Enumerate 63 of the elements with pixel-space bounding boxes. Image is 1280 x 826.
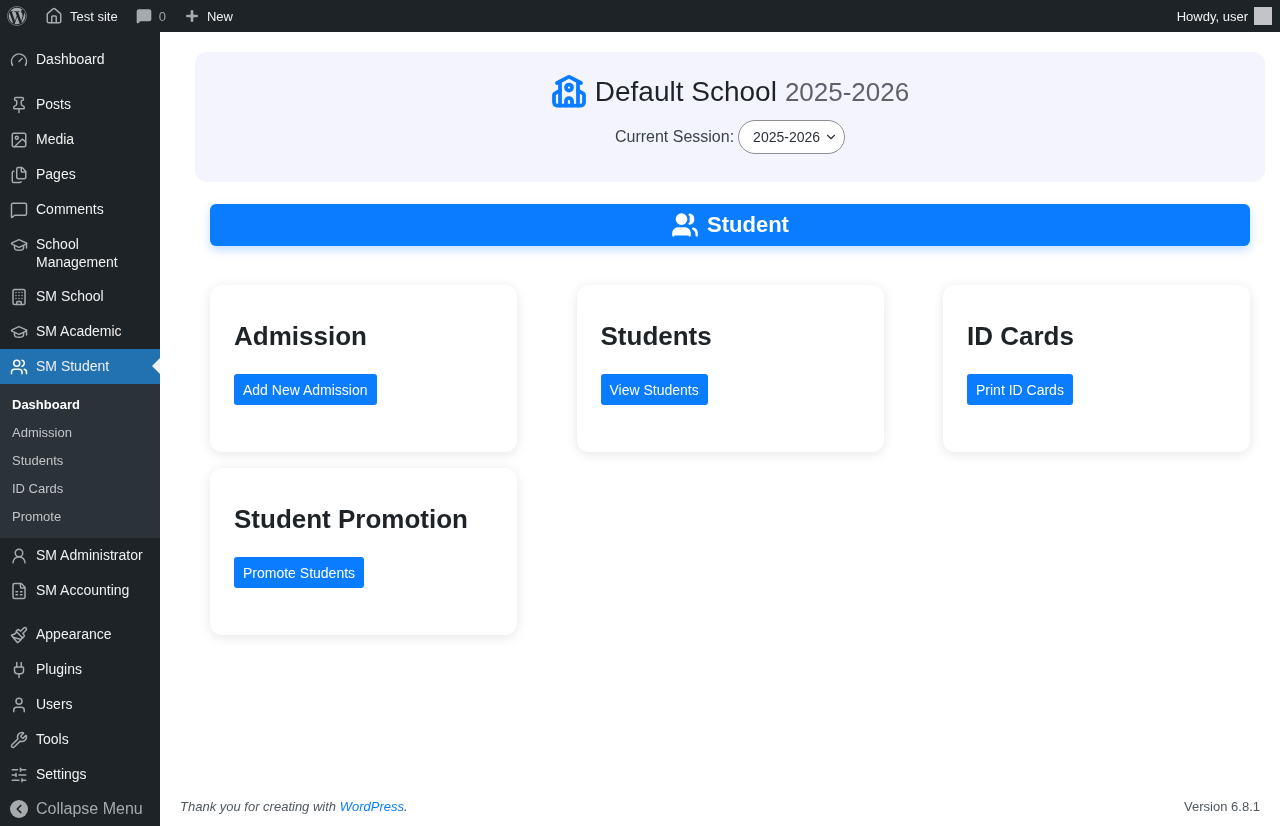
submenu-item[interactable]: ID Cards — [0, 474, 160, 503]
card-button[interactable]: Print ID Cards — [967, 374, 1073, 405]
menu-icon — [10, 357, 28, 376]
sidebar-item[interactable]: Appearance — [0, 617, 160, 652]
sidebar-item[interactable]: Plugins — [0, 652, 160, 687]
menu-icon — [10, 165, 28, 184]
menu-icon — [10, 766, 28, 784]
menu-icon — [10, 287, 28, 306]
card-title: Students — [600, 321, 713, 352]
menu-icon — [10, 626, 28, 644]
sidebar-item[interactable]: Comments — [0, 191, 160, 227]
submenu-item[interactable]: Students — [0, 446, 160, 475]
sidebar-item[interactable]: Settings — [0, 757, 160, 792]
new-link[interactable]: New — [183, 8, 233, 24]
version-text: Version 6.8.1 — [1184, 799, 1260, 814]
submenu-item[interactable]: Dashboard — [0, 390, 160, 419]
menu-icon — [10, 95, 28, 114]
sidebar-item[interactable]: Tools — [0, 722, 160, 757]
card-title: ID Cards — [967, 321, 1075, 352]
card-button[interactable]: Promote Students — [234, 557, 365, 588]
users-icon — [671, 211, 700, 239]
collapse-menu-button[interactable]: Collapse Menu — [0, 792, 160, 826]
sidebar-item[interactable]: SM Administrator — [0, 537, 160, 573]
sidebar-item[interactable]: SM School — [0, 278, 160, 314]
comment-icon — [135, 8, 152, 24]
menu-icon — [10, 581, 28, 600]
sidebar-item[interactable]: Media — [0, 121, 160, 157]
card-button[interactable]: Add New Admission — [234, 374, 377, 405]
session-select[interactable]: 2025-2026 — [738, 120, 846, 154]
sidebar-item[interactable]: SM Accounting — [0, 572, 160, 608]
menu-icon — [10, 731, 28, 749]
wordpress-link[interactable]: WordPress — [339, 799, 404, 814]
submenu-item[interactable]: Promote — [0, 502, 160, 531]
sidebar-item[interactable]: SM Student — [0, 348, 160, 384]
submenu-item[interactable]: Admission — [0, 418, 160, 447]
card-title: Admission — [234, 321, 368, 352]
sidebar-item[interactable]: Pages — [0, 156, 160, 192]
menu-icon — [10, 51, 28, 69]
sidebar-item[interactable]: Dashboard — [0, 42, 160, 77]
session-label: Current Session: — [614, 128, 735, 146]
plus-icon — [183, 8, 200, 24]
menu-icon — [10, 200, 28, 219]
footer-text: Thank you for creating with WordPress. — [180, 799, 408, 814]
sidebar-item[interactable]: Users — [0, 687, 160, 722]
session-year: 2025-2026 — [784, 76, 910, 108]
card-button[interactable]: View Students — [600, 374, 708, 405]
sidebar-item[interactable]: School Management — [0, 226, 160, 279]
menu-icon — [10, 546, 28, 565]
logo-icon[interactable] — [7, 6, 27, 26]
comments-link[interactable]: 0 — [135, 8, 166, 24]
section-title: Student — [707, 212, 789, 238]
sidebar-item[interactable]: SM Academic — [0, 313, 160, 349]
school-icon — [550, 74, 587, 110]
menu-icon — [10, 130, 28, 149]
card-title: Student Promotion — [234, 504, 469, 535]
collapse-icon — [10, 800, 28, 818]
sidebar-item[interactable]: Posts — [0, 86, 160, 122]
avatar — [1254, 7, 1272, 25]
site-link[interactable]: Test site — [45, 7, 118, 25]
school-name: Default School — [594, 76, 777, 108]
account-link[interactable]: Howdy, user — [1176, 8, 1248, 24]
home-icon — [45, 7, 63, 25]
menu-icon — [10, 696, 28, 714]
